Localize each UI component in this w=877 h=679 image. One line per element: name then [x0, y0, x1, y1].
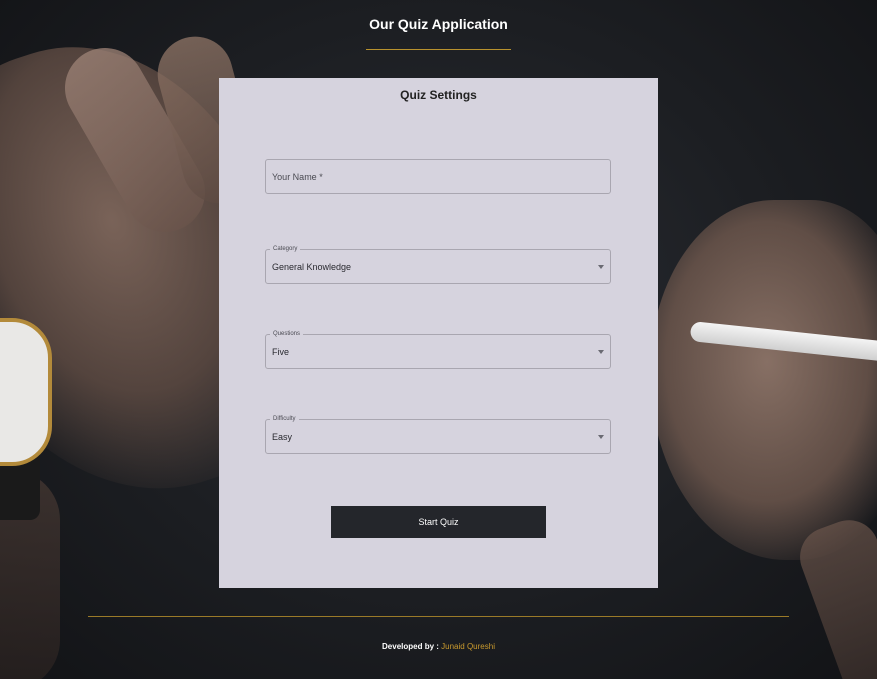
- difficulty-label: Difficulty: [270, 413, 299, 425]
- app-title: Our Quiz Application: [369, 16, 508, 32]
- footer-prefix: Developed by :: [382, 642, 442, 651]
- footer: Developed by : Junaid Qureshi: [0, 642, 877, 651]
- background-watch: [0, 318, 52, 466]
- difficulty-select[interactable]: Difficulty Easy: [265, 413, 611, 454]
- questions-select[interactable]: Questions Five: [265, 328, 611, 369]
- chevron-down-icon: [598, 265, 604, 269]
- card-title: Quiz Settings: [400, 88, 477, 102]
- category-select[interactable]: Category General Knowledge: [265, 243, 611, 284]
- difficulty-value: Easy: [272, 432, 293, 442]
- chevron-down-icon: [598, 435, 604, 439]
- title-divider: [366, 49, 511, 50]
- page: Our Quiz Application Quiz Settings Your …: [0, 0, 877, 679]
- questions-value: Five: [272, 347, 290, 357]
- category-value: General Knowledge: [272, 262, 352, 272]
- footer-divider: [88, 616, 789, 617]
- chevron-down-icon: [598, 350, 604, 354]
- background-hand-right: [650, 200, 877, 560]
- category-label: Category: [270, 243, 301, 255]
- questions-label: Questions: [270, 328, 304, 340]
- name-field-placeholder: Your Name *: [272, 172, 323, 182]
- footer-author: Junaid Qureshi: [441, 642, 495, 651]
- start-quiz-button[interactable]: Start Quiz: [331, 506, 546, 538]
- quiz-settings-card: Quiz Settings Your Name * Category Gener…: [219, 78, 658, 588]
- name-field[interactable]: Your Name *: [265, 159, 611, 194]
